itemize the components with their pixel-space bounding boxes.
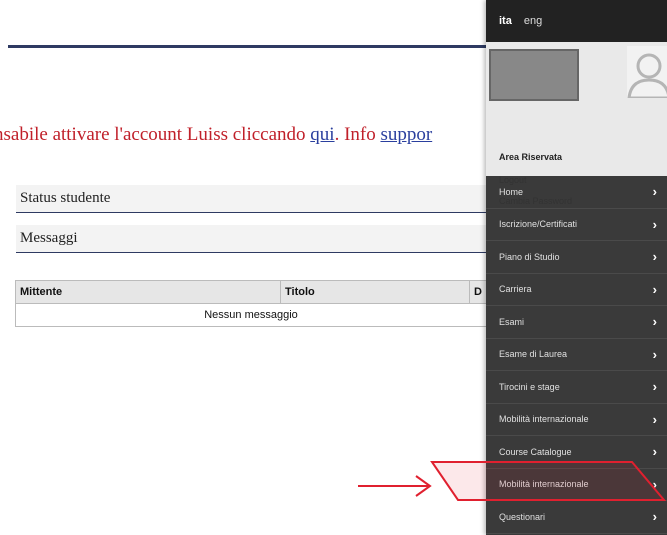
column-header-date[interactable]: D (469, 280, 487, 304)
menu-item-course-catalogue[interactable]: Course Catalogue › (486, 436, 667, 469)
chevron-right-icon: › (652, 314, 657, 330)
menu-item-mobilita-internazionale-2[interactable]: Mobilità internazionale › (486, 469, 667, 501)
empty-message-cell: Nessun messaggio (15, 303, 487, 327)
chevron-right-icon: › (652, 411, 657, 427)
menu-item-mobilita-internazionale[interactable]: Mobilità internazionale › (486, 404, 667, 436)
lang-option-eng[interactable]: eng (524, 15, 542, 27)
account-activation-notice: nsabile attivare l'account Luiss cliccan… (0, 124, 494, 146)
chevron-right-icon: › (652, 444, 657, 460)
chevron-right-icon: › (652, 346, 657, 362)
menu-item-label: Esame di Laurea (499, 349, 568, 360)
menu-item-tirocini-e-stage[interactable]: Tirocini e stage › (486, 371, 667, 404)
menu-item-label: Carriera (499, 284, 532, 295)
chevron-right-icon: › (652, 509, 657, 525)
menu-item-esame-di-laurea[interactable]: Esame di Laurea › (486, 339, 667, 371)
main-menu: Home › Iscrizione/Certificati › Piano di S… (486, 176, 667, 534)
menu-item-label: Mobilità internazionale (499, 414, 589, 425)
arrow-right-icon (358, 475, 432, 497)
table-header-row: Mittente Titolo D (15, 280, 487, 304)
area-riservata-title: Area Riservata (499, 152, 563, 162)
chevron-right-icon: › (652, 184, 657, 200)
menu-item-label: Iscrizione/Certificati (499, 219, 578, 230)
status-studente-section[interactable]: Status studente (16, 185, 486, 213)
section-title: Status studente (20, 190, 111, 206)
menu-item-questionari[interactable]: Questionari › (486, 501, 667, 534)
language-switcher: ita eng (486, 0, 667, 42)
menu-item-label: Questionari (499, 511, 546, 522)
activation-link[interactable]: qui (310, 124, 334, 145)
column-header-title[interactable]: Titolo (280, 280, 470, 304)
chevron-right-icon: › (652, 379, 657, 395)
chevron-right-icon: › (652, 249, 657, 265)
messages-table: Mittente Titolo D Nessun messaggio (15, 280, 487, 327)
notice-text: nsabile attivare l'account Luiss cliccan… (0, 124, 311, 145)
user-silhouette-icon (627, 46, 667, 98)
change-password-link[interactable]: Cambia Password (499, 196, 572, 206)
menu-item-label: Esami (499, 316, 525, 327)
menu-item-label: Tirocini e stage (499, 381, 560, 392)
menu-item-label: Piano di Studio (499, 251, 560, 262)
messaggi-section[interactable]: Messaggi (16, 225, 486, 253)
user-area: Area Riservata Logout Cambia Password (486, 42, 667, 206)
column-header-sender[interactable]: Mittente (15, 280, 281, 304)
chevron-right-icon: › (652, 216, 657, 232)
support-link[interactable]: suppor (380, 124, 432, 145)
notice-text-middle: . Info (334, 124, 381, 145)
chevron-right-icon: › (652, 476, 657, 492)
menu-item-label: Course Catalogue (499, 446, 572, 457)
user-photo (489, 49, 579, 101)
header-divider (8, 45, 488, 48)
lang-option-ita[interactable]: ita (499, 15, 512, 27)
menu-item-piano-di-studio[interactable]: Piano di Studio › (486, 241, 667, 274)
menu-item-esami[interactable]: Esami › (486, 306, 667, 339)
menu-item-carriera[interactable]: Carriera › (486, 274, 667, 306)
side-menu-panel: ita eng Area Riservata Logout Cambia Pas… (486, 0, 667, 535)
menu-item-iscrizione-certificati[interactable]: Iscrizione/Certificati › (486, 209, 667, 241)
table-row: Nessun messaggio (15, 303, 487, 327)
section-title: Messaggi (20, 230, 78, 246)
logout-link[interactable]: Logout (499, 175, 527, 185)
menu-item-label: Mobilità internazionale (499, 479, 589, 490)
chevron-right-icon: › (652, 281, 657, 297)
